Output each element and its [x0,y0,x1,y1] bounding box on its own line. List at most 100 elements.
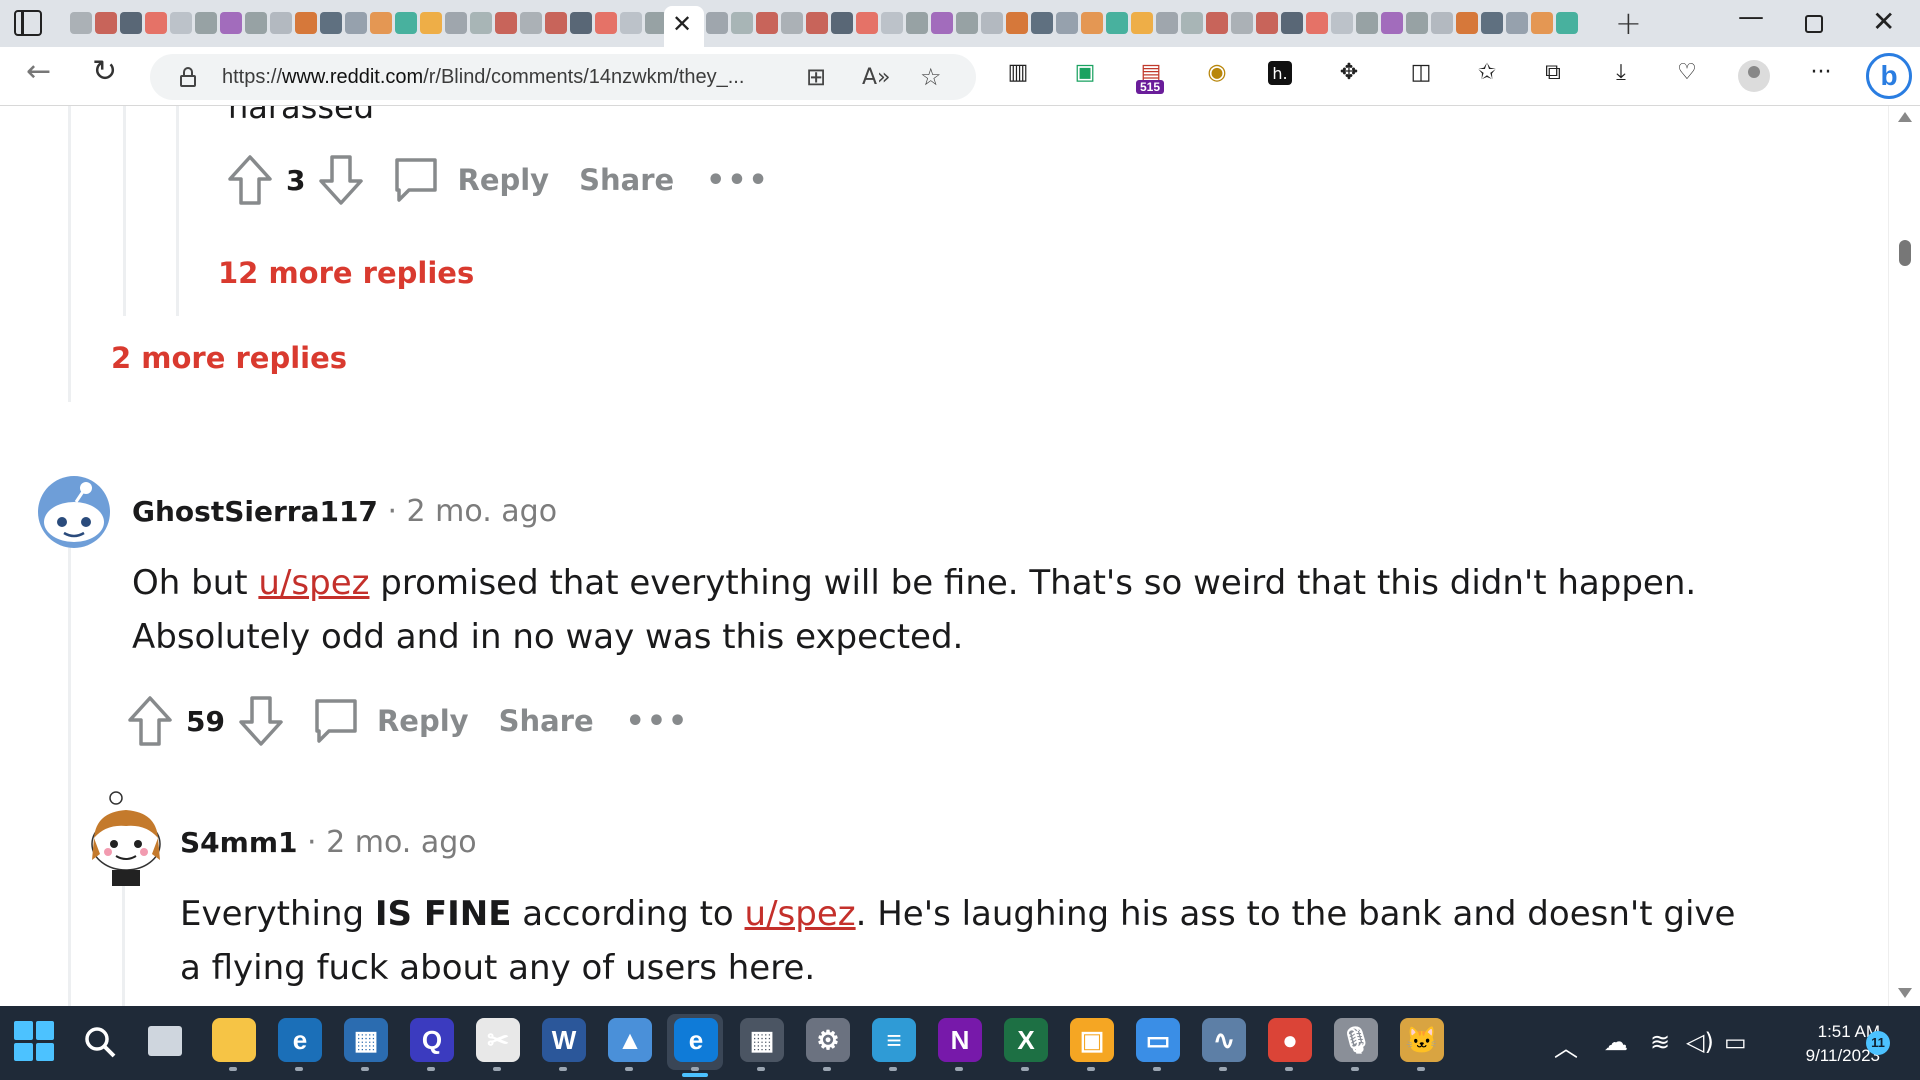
task-view-icon[interactable] [148,1026,182,1056]
thread-line[interactable] [122,876,125,1006]
username[interactable]: S4mm1 [180,826,297,859]
tab-favicon-icon[interactable] [170,12,192,34]
settings-more-icon[interactable]: ··· [1806,57,1836,87]
close-window-icon[interactable]: ✕ [1872,5,1895,38]
search-icon[interactable] [82,1024,118,1060]
lock-icon[interactable] [180,67,196,87]
new-tab-icon[interactable]: + [1615,4,1642,42]
tab-favicon-icon[interactable] [320,12,342,34]
snipping-tool-app-icon[interactable]: ✂ [476,1018,520,1071]
tab-favicon-icon[interactable] [731,12,753,34]
tab-favicon-icon[interactable] [906,12,928,34]
tab-favicon-icon[interactable] [956,12,978,34]
tab-favicon-icon[interactable] [370,12,392,34]
tab-favicon-icon[interactable] [445,12,467,34]
tab-favicon-icon[interactable] [1456,12,1478,34]
extension-save-icon[interactable]: ▣ [1070,57,1100,87]
upvote-icon[interactable] [126,694,174,748]
split-screen-icon[interactable]: ◫ [1406,57,1436,87]
bing-chat-icon[interactable]: b [1866,53,1912,99]
tab-favicon-icon[interactable] [1156,12,1178,34]
extension-h-icon[interactable]: h. [1268,61,1292,85]
tab-favicon-icon[interactable] [1481,12,1503,34]
tab-favicon-icon[interactable] [756,12,778,34]
tab-favicon-icon[interactable] [1131,12,1153,34]
onedrive-icon[interactable]: ☁ [1604,1028,1628,1056]
tab-favicon-icon[interactable] [1356,12,1378,34]
edge-dev-app-icon[interactable]: e [278,1018,322,1071]
thread-line[interactable] [123,106,126,316]
tab-favicon-icon[interactable] [120,12,142,34]
scroll-down-icon[interactable] [1898,988,1912,998]
tab-favicon-icon[interactable] [881,12,903,34]
tab-favicon-icon[interactable] [1531,12,1553,34]
tab-favicon-icon[interactable] [856,12,878,34]
username[interactable]: GhostSierra117 [132,495,378,528]
tab-favicon-icon[interactable] [1206,12,1228,34]
thread-line[interactable] [176,106,179,316]
reply-button[interactable]: Reply [377,704,469,738]
battery-icon[interactable]: ▭ [1724,1028,1747,1056]
tab-favicon-icon[interactable] [220,12,242,34]
thread-line[interactable] [68,106,71,402]
back-icon[interactable]: ← [26,57,51,87]
more-replies-link[interactable]: 12 more replies [218,256,474,290]
tab-favicon-icon[interactable] [831,12,853,34]
tab-favicon-icon[interactable] [1031,12,1053,34]
downloads-icon[interactable]: ⤓ [1606,57,1636,87]
tab-favicon-icon[interactable] [706,12,728,34]
tab-favicon-icon[interactable] [70,12,92,34]
tab-favicon-icon[interactable] [395,12,417,34]
onenote-app-icon[interactable]: N [938,1018,982,1071]
edge-app-icon[interactable]: e [674,1018,718,1071]
settings-app-icon[interactable]: ⚙ [806,1018,850,1071]
chrome-app-icon[interactable]: ● [1268,1018,1312,1071]
collections-icon[interactable]: ⧉ [1538,57,1568,87]
tab-actions-icon[interactable] [14,10,42,36]
maximize-icon[interactable] [1805,15,1823,33]
tab-favicon-icon[interactable] [345,12,367,34]
favorites-icon[interactable]: ✩ [1472,57,1502,87]
extensions-puzzle-icon[interactable]: ✥ [1334,57,1364,87]
scroll-up-icon[interactable] [1898,112,1912,122]
excel-app-icon[interactable]: X [1004,1018,1048,1071]
tab-favicon-icon[interactable] [1506,12,1528,34]
photos-app-icon[interactable]: ▲ [608,1018,652,1071]
tab-favicon-icon[interactable] [806,12,828,34]
voice-recorder-app-icon[interactable]: 🎙 [1334,1018,1378,1071]
thread-line[interactable] [68,478,71,1006]
cat-app-app-icon[interactable]: 🐱 [1400,1018,1444,1071]
read-aloud-icon[interactable]: A» [862,65,891,90]
share-button[interactable]: Share [579,163,674,197]
upvote-icon[interactable] [226,153,274,207]
more-replies-link[interactable]: 2 more replies [111,341,347,375]
performance-monitor-app-icon[interactable]: ∿ [1202,1018,1246,1071]
notification-badge[interactable]: 11 [1866,1031,1890,1055]
favorite-star-icon[interactable]: ☆ [920,63,942,91]
calculator-app-icon[interactable]: ▦ [740,1018,784,1071]
tab-favicon-icon[interactable] [295,12,317,34]
downvote-icon[interactable] [317,153,365,207]
address-bar[interactable]: https://www.reddit.com/r/Blind/comments/… [150,54,976,100]
more-options-button[interactable]: ••• [626,704,690,739]
tab-favicon-icon[interactable] [570,12,592,34]
downvote-icon[interactable] [237,694,285,748]
extension-globe-icon[interactable]: ◉ [1202,57,1232,87]
tab-favicon-icon[interactable] [1556,12,1578,34]
microsoft-store-app-icon[interactable]: ▦ [344,1018,388,1071]
profile-avatar[interactable] [1738,60,1770,92]
comment-author[interactable]: GhostSierra117 · 2 mo. ago [132,494,557,529]
tab-favicon-icon[interactable] [1381,12,1403,34]
more-options-button[interactable]: ••• [706,163,770,198]
tab-favicon-icon[interactable] [420,12,442,34]
file-explorer-app-icon[interactable] [212,1018,256,1071]
volume-icon[interactable]: ◁) [1686,1028,1714,1056]
tab-favicon-icon[interactable] [1006,12,1028,34]
tab-favicon-icon[interactable] [620,12,642,34]
close-tab-icon[interactable]: ✕ [672,10,692,38]
tab-favicon-icon[interactable] [1106,12,1128,34]
search-app-app-icon[interactable]: Q [410,1018,454,1071]
browser-essentials-icon[interactable]: ♡ [1672,57,1702,87]
minimize-icon[interactable]: — [1738,2,1764,32]
sticky-app-app-icon[interactable]: ▣ [1070,1018,1114,1071]
